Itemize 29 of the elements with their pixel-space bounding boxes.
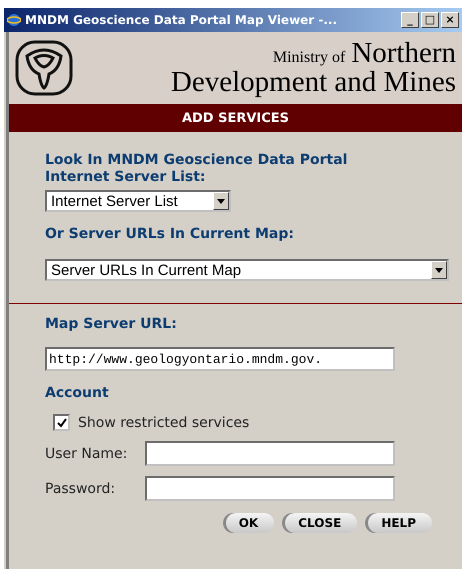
server-urls-dropdown[interactable]: Server URLs In Current Map bbox=[45, 259, 449, 281]
northern-text: Northern bbox=[351, 37, 456, 69]
window-control-button[interactable]: □ bbox=[421, 12, 439, 28]
field-label: Password: bbox=[45, 480, 116, 496]
dropdown-arrow-icon bbox=[217, 198, 225, 204]
section-label: Map Server URL: bbox=[45, 316, 177, 333]
dialog-button[interactable]: CLOSE bbox=[282, 513, 358, 533]
url-input-field[interactable]: http://www.geologyontario.mndm.gov. bbox=[45, 347, 395, 371]
browser-icon bbox=[7, 13, 21, 27]
section-label: Or Server URLs In Current Map: bbox=[45, 226, 294, 243]
section-banner: ADD SERVICES bbox=[9, 104, 462, 132]
trillium-logo-icon bbox=[15, 40, 73, 96]
dialog-button[interactable]: HELP bbox=[365, 513, 432, 533]
section-label: Look In MNDM Geoscience Data Portal Internet Server List: bbox=[45, 152, 348, 186]
window-title: MNDM Geoscience Data Portal Map Viewer -... bbox=[25, 13, 338, 27]
window-control-button[interactable]: × bbox=[441, 12, 459, 28]
dialog-button[interactable]: OK bbox=[222, 513, 274, 533]
input-field[interactable] bbox=[145, 476, 395, 501]
ministry-of-text: Ministry of bbox=[272, 49, 346, 66]
server-list-dropdown[interactable]: Internet Server List bbox=[45, 190, 231, 212]
checkbox[interactable] bbox=[53, 414, 70, 431]
ministry-name-text: Development and Mines bbox=[170, 68, 456, 97]
window-control-button[interactable]: _ bbox=[401, 12, 419, 28]
field-label: User Name: bbox=[45, 446, 128, 462]
checkbox-label: Show restricted services bbox=[78, 414, 250, 430]
check-icon bbox=[56, 418, 66, 428]
dropdown-arrow-icon bbox=[435, 268, 443, 272]
input-field[interactable] bbox=[145, 441, 395, 466]
account-heading: Account bbox=[45, 385, 109, 402]
